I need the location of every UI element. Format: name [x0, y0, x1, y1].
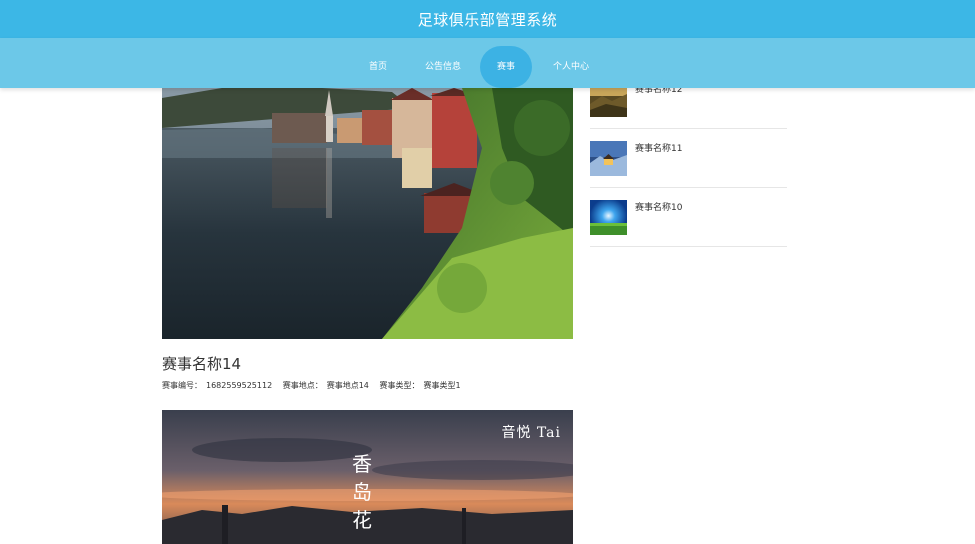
sidebar-item-name[interactable]: 赛事名称11 — [635, 141, 682, 154]
match-code-value: 1682559525112 — [206, 381, 273, 390]
sidebar-list: 赛事名称12 赛事名称11 赛事名称10 — [590, 70, 787, 247]
match-card-meta: 赛事编号： 1682559525112 赛事地点： 赛事地点14 赛事类型： 赛事类型… — [162, 380, 573, 392]
sidebar-thumb-image[interactable] — [590, 200, 627, 235]
match-type-value: 赛事类型1 — [423, 381, 461, 390]
nav-item-matches[interactable]: 赛事 — [480, 46, 532, 88]
overlay-vertical-text: 香 岛 花 — [352, 452, 372, 532]
nav-item-notices[interactable]: 公告信息 — [418, 46, 468, 88]
sidebar-thumb-image[interactable] — [590, 141, 627, 176]
match-code: 赛事编号： 1682559525112 — [162, 381, 272, 390]
match-card: 赛事名称14 赛事编号： 1682559525112 赛事地点： 赛事地点14 赛事… — [162, 88, 573, 392]
match-code-label: 赛事编号： — [162, 381, 202, 390]
match-place: 赛事地点： 赛事地点14 — [283, 381, 369, 390]
match-card-image-2[interactable]: 音悦 Tai 香 岛 花 — [162, 410, 573, 544]
sidebar-item[interactable]: 赛事名称11 — [590, 129, 787, 188]
app-header: 足球俱乐部管理系统 — [0, 0, 975, 38]
watermark-text: 音悦 Tai — [501, 425, 561, 441]
sidebar-item-name[interactable]: 赛事名称10 — [635, 200, 682, 213]
match-place-label: 赛事地点： — [282, 381, 323, 390]
nav-item-profile[interactable]: 个人中心 — [546, 46, 596, 88]
match-place-value: 赛事地点14 — [326, 381, 369, 390]
main-nav: 首页 公告信息 赛事 个人中心 — [0, 38, 975, 88]
match-card-title[interactable]: 赛事名称14 — [162, 354, 573, 374]
nav-item-home[interactable]: 首页 — [360, 46, 396, 88]
match-card-image[interactable] — [162, 88, 573, 339]
match-type: 赛事类型： 赛事类型1 — [379, 381, 460, 390]
match-type-label: 赛事类型： — [379, 381, 420, 390]
sidebar-item[interactable]: 赛事名称10 — [590, 188, 787, 247]
app-title: 足球俱乐部管理系统 — [417, 10, 558, 29]
